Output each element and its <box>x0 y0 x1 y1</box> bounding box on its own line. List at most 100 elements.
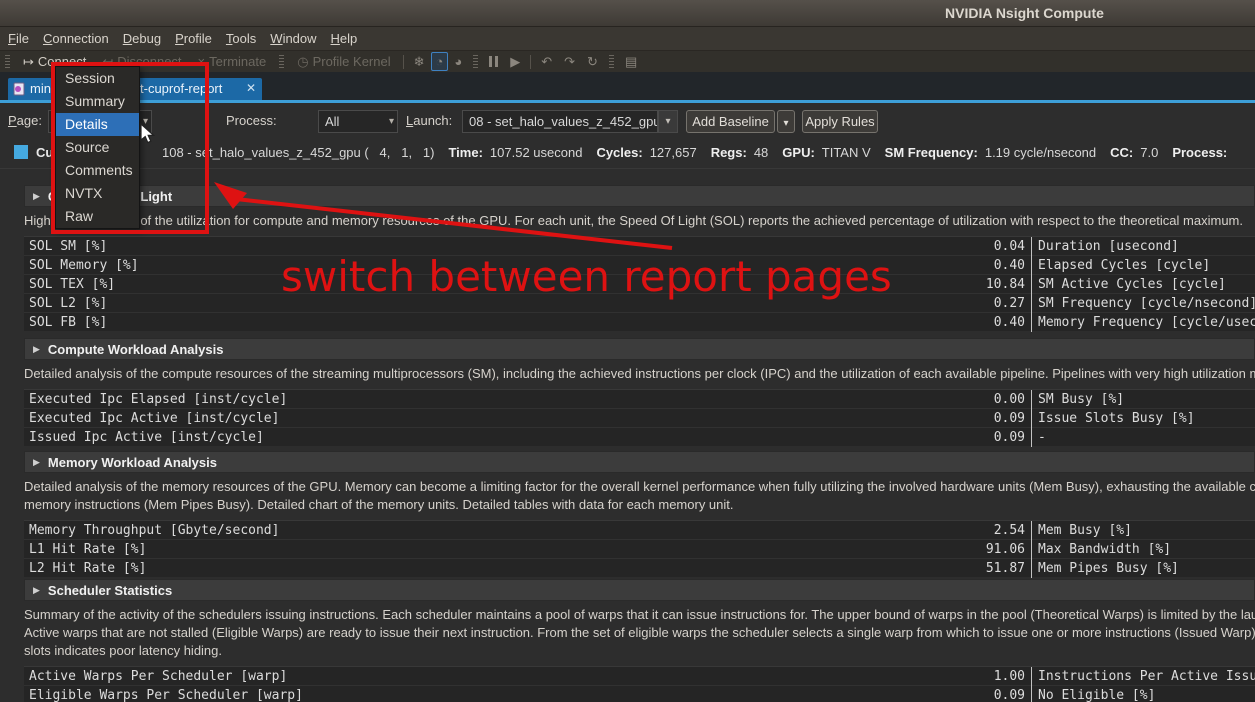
toolbar-grip[interactable] <box>609 55 614 69</box>
toolbar-separator <box>403 55 404 69</box>
connect-icon: ↦ <box>23 54 34 70</box>
table-row: L1 Hit Rate [%]91.06Max Bandwidth [%] <box>24 539 1255 558</box>
tab-close-icon[interactable]: ✕ <box>246 81 256 95</box>
annotation-text: switch between report pages <box>281 252 892 301</box>
chevron-down-icon: ▾ <box>665 116 670 127</box>
section-compute-workload-analysis: ▶ Compute Workload Analysis Detailed ana… <box>24 338 1255 446</box>
launch-select[interactable]: 08 - set_halo_values_z_452_gpu <box>462 110 658 133</box>
baseline-color-swatch[interactable] <box>14 145 28 159</box>
stat-gpu: GPU:TITAN V <box>782 145 870 160</box>
profile-series-icon[interactable]: ◕ <box>448 54 468 69</box>
stat-time: Time:107.52 usecond <box>448 145 582 160</box>
result-row: Current 108 - set_halo_values_z_452_gpu … <box>0 140 1255 168</box>
launch-select-arrow[interactable]: ▾ <box>658 110 678 133</box>
step-over-icon[interactable]: ↷ <box>558 54 581 70</box>
section-title: Compute Workload Analysis <box>48 342 224 357</box>
section-description: High-level overview of the utilization f… <box>24 212 1255 230</box>
section-header[interactable]: ▶ GPU Speed Of Light <box>24 185 1255 207</box>
collapse-triangle-icon[interactable]: ▶ <box>33 191 40 202</box>
terminate-icon: × <box>198 54 206 69</box>
collapse-triangle-icon[interactable]: ▶ <box>33 585 40 596</box>
page-label: Page: <box>8 113 42 128</box>
table-row: Issued Ipc Active [inst/cycle]0.09- <box>24 427 1255 446</box>
menu-item-raw[interactable]: Raw <box>56 205 139 228</box>
metrics-table: Executed Ipc Elapsed [inst/cycle]0.00SM … <box>24 389 1255 446</box>
menu-item-source[interactable]: Source <box>56 136 139 159</box>
table-row: L2 Hit Rate [%]51.87Mem Pipes Busy [%] <box>24 558 1255 577</box>
collapse-triangle-icon[interactable]: ▶ <box>33 344 40 355</box>
toolbar-grip[interactable] <box>279 55 284 69</box>
profile-kernel-button: ◷ Profile Kernel <box>289 54 398 70</box>
process-label: Process: <box>226 113 277 128</box>
resume-icon[interactable]: ▶ <box>504 54 526 70</box>
section-header[interactable]: ▶ Memory Workload Analysis <box>24 451 1255 473</box>
table-row: Memory Throughput [Gbyte/second]2.54Mem … <box>24 520 1255 539</box>
stat-cycles: Cycles:127,657 <box>596 145 696 160</box>
menu-bar: File Connection Debug Profile Tools Wind… <box>0 27 1255 50</box>
menu-item-nvtx[interactable]: NVTX <box>56 182 139 205</box>
auto-profile-icon[interactable]: ◔ <box>431 52 449 71</box>
menu-item-comments[interactable]: Comments <box>56 159 139 182</box>
add-baseline-arrow[interactable]: ▾ <box>777 110 795 133</box>
section-title: Scheduler Statistics <box>48 583 172 598</box>
step-in-icon[interactable]: ↶ <box>535 54 558 70</box>
kernel-name: 108 - set_halo_values_z_452_gpu ( 4, 1, … <box>162 145 434 160</box>
apply-rules-button[interactable]: Apply Rules <box>802 110 878 133</box>
tab-bar: min t-cuprof-report ✕ <box>0 72 1255 103</box>
metrics-table: Active Warps Per Scheduler [warp]1.00Ins… <box>24 666 1255 702</box>
menu-tools[interactable]: Tools <box>219 29 263 48</box>
tab-label: t-cuprof-report <box>140 81 222 96</box>
toolbar-grip[interactable] <box>5 55 10 69</box>
menu-file[interactable]: File <box>1 29 36 48</box>
chevron-down-icon: ▾ <box>783 118 788 129</box>
stat-process: Process: <box>1172 145 1234 160</box>
stat-cc: CC:7.0 <box>1110 145 1158 160</box>
menu-item-details[interactable]: Details <box>56 113 139 136</box>
metrics-table: Memory Throughput [Gbyte/second]2.54Mem … <box>24 520 1255 577</box>
mouse-cursor <box>140 123 158 145</box>
menu-profile[interactable]: Profile <box>168 29 219 48</box>
chevron-down-icon: ▾ <box>389 111 394 132</box>
details-report: ▶ GPU Speed Of Light High-level overview… <box>0 168 1255 702</box>
menu-window[interactable]: Window <box>263 29 323 48</box>
toolbar: ↦ Connect ↤ Disconnect × Terminate ◷ Pro… <box>0 50 1255 72</box>
step-out-icon[interactable]: ↻ <box>581 54 604 70</box>
pause-icon[interactable] <box>483 56 504 67</box>
terminate-button: × Terminate <box>190 54 275 69</box>
open-report-icon[interactable]: ▤ <box>619 54 643 70</box>
process-select[interactable]: All ▾ <box>318 110 398 133</box>
profile-kernel-icon: ◷ <box>297 54 308 70</box>
section-memory-workload-analysis: ▶ Memory Workload Analysis Detailed anal… <box>24 451 1255 577</box>
report-file-icon <box>13 82 26 99</box>
section-title: Memory Workload Analysis <box>48 455 217 470</box>
menu-help[interactable]: Help <box>324 29 365 48</box>
section-header[interactable]: ▶ Compute Workload Analysis <box>24 338 1255 360</box>
menu-item-summary[interactable]: Summary <box>56 90 139 113</box>
toolbar-separator <box>530 55 531 69</box>
stat-regs: Regs:48 <box>711 145 769 160</box>
section-scheduler-statistics: ▶ Scheduler Statistics Summary of the ac… <box>24 579 1255 702</box>
menu-connection[interactable]: Connection <box>36 29 116 48</box>
section-description: Summary of the activity of the scheduler… <box>24 606 1255 624</box>
table-row: Active Warps Per Scheduler [warp]1.00Ins… <box>24 666 1255 685</box>
collapse-triangle-icon[interactable]: ▶ <box>33 457 40 468</box>
table-row: SOL FB [%]0.40Memory Frequency [cycle/us… <box>24 312 1255 331</box>
toolbar-grip[interactable] <box>473 55 478 69</box>
section-description: Detailed analysis of the memory resource… <box>24 478 1255 496</box>
freeze-api-icon[interactable]: ❄ <box>408 54 431 70</box>
tab-label: min <box>30 81 51 96</box>
report-controls-row: Page: Details ▾ Process: All ▾ Launch: 0… <box>0 103 1255 140</box>
table-row: Executed Ipc Active [inst/cycle]0.09Issu… <box>24 408 1255 427</box>
window-titlebar: NVIDIA Nsight Compute <box>0 0 1255 27</box>
section-header[interactable]: ▶ Scheduler Statistics <box>24 579 1255 601</box>
launch-label: Launch: <box>406 113 452 128</box>
table-row: Eligible Warps Per Scheduler [warp]0.09N… <box>24 685 1255 702</box>
page-dropdown-menu: Session Summary Details Source Comments … <box>55 66 140 229</box>
menu-debug[interactable]: Debug <box>116 29 168 48</box>
section-description: Active warps that are not stalled (Eligi… <box>24 624 1255 642</box>
section-description: Detailed analysis of the compute resourc… <box>24 365 1255 383</box>
add-baseline-button[interactable]: Add Baseline <box>686 110 775 133</box>
section-description: memory instructions (Mem Pipes Busy). De… <box>24 496 1255 514</box>
stat-sm-frequency: SM Frequency:1.19 cycle/nsecond <box>885 145 1096 160</box>
menu-item-session[interactable]: Session <box>56 67 139 90</box>
